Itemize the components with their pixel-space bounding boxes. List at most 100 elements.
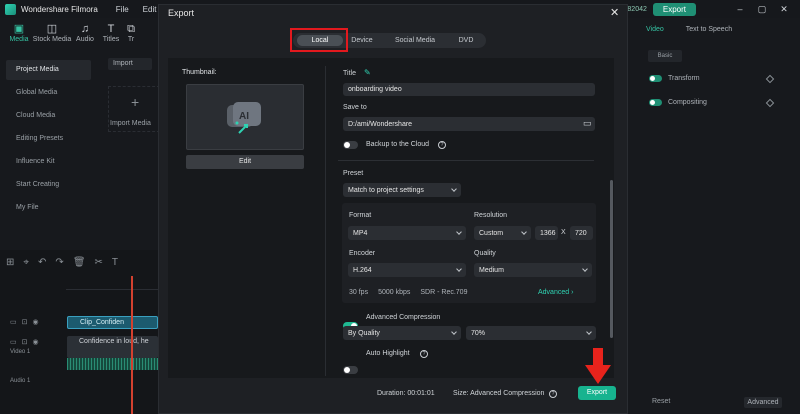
bitrate-value: 5000 kbps: [378, 289, 411, 296]
eye-icon[interactable]: ◉: [33, 338, 39, 346]
spec-summary: 30 fps 5000 kbps SDR - Rec.709: [349, 289, 467, 296]
eye-icon[interactable]: ◉: [33, 318, 39, 326]
chevron-down-icon: [521, 229, 527, 235]
color-space-value: SDR - Rec.709: [420, 289, 468, 296]
undo-icon[interactable]: ↶: [38, 257, 46, 268]
width-input[interactable]: 1366: [535, 226, 558, 240]
advanced-settings-link[interactable]: Advanced ›: [538, 289, 573, 296]
sidebar-item-start-creating[interactable]: Start Creating: [6, 175, 91, 195]
close-window-icon[interactable]: ✕: [776, 4, 792, 15]
compositing-toggle[interactable]: [649, 99, 662, 106]
maximize-icon[interactable]: ▢: [754, 4, 770, 15]
thumbnail-preview[interactable]: AI: [186, 84, 304, 150]
menu-file[interactable]: File: [116, 5, 129, 14]
chevron-down-icon: [586, 329, 592, 335]
folder-icon[interactable]: ▭: [10, 318, 17, 326]
tab-audio[interactable]: ♫ Audio: [72, 22, 98, 43]
tab-device[interactable]: Device: [348, 33, 376, 48]
tab-media[interactable]: ▣ Media: [6, 22, 32, 43]
tab-text-to-speech[interactable]: Text to Speech: [686, 26, 732, 33]
local-tab-highlight: [290, 28, 348, 52]
timeline-toolbar: ⊞ ⌖ ↶ ↷ 🗑 ✂ T: [6, 257, 118, 268]
lock-icon[interactable]: ⊡: [22, 318, 28, 326]
reset-button[interactable]: Reset: [652, 398, 670, 405]
text-icon[interactable]: T: [112, 257, 118, 268]
tab-social-media[interactable]: Social Media: [392, 33, 438, 48]
filmora-logo-icon: [5, 3, 16, 15]
compression-mode-dropdown[interactable]: By Quality: [343, 326, 461, 340]
backup-cloud-toggle[interactable]: [343, 141, 358, 149]
encoder-label: Encoder: [349, 250, 376, 257]
tab-transitions[interactable]: ⧉ Tr: [124, 22, 138, 43]
app-name: Wondershare Filmora: [21, 4, 98, 14]
chevron-right-icon: ›: [571, 289, 574, 296]
ai-title-icon[interactable]: ✎: [364, 68, 371, 77]
titles-icon: T: [107, 23, 115, 35]
edit-thumbnail-button[interactable]: Edit: [186, 155, 304, 169]
advanced-button[interactable]: Advanced: [744, 397, 782, 408]
svg-text:AI: AI: [239, 111, 249, 122]
playhead[interactable]: [131, 276, 133, 414]
minimize-icon[interactable]: –: [732, 4, 748, 14]
resolution-dropdown[interactable]: Custom: [474, 226, 531, 240]
sidebar-item-project-media[interactable]: Project Media: [6, 60, 91, 80]
redo-icon[interactable]: ↷: [55, 257, 63, 268]
divider: [325, 66, 326, 376]
export-button[interactable]: Export: [578, 386, 616, 400]
timeline-ruler[interactable]: [66, 276, 158, 290]
delete-icon[interactable]: 🗑: [73, 257, 86, 268]
menu-edit[interactable]: Edit: [143, 5, 157, 14]
sidebar-item-editing-presets[interactable]: Editing Presets: [6, 129, 91, 149]
folder-icon[interactable]: ▭: [10, 338, 17, 346]
grid-icon[interactable]: ⊞: [6, 257, 14, 268]
ai-thumbnail-icon: AI: [227, 102, 261, 134]
tab-titles[interactable]: T Titles: [98, 22, 124, 43]
encoder-dropdown[interactable]: H.264: [348, 263, 466, 277]
tab-dvd[interactable]: DVD: [454, 33, 478, 48]
thumbnail-label: Thumbnail:: [182, 69, 217, 76]
dialog-title: Export: [168, 8, 195, 18]
lock-icon[interactable]: ⊡: [22, 338, 28, 346]
info-icon[interactable]: ?: [438, 141, 446, 149]
transitions-icon: ⧉: [127, 23, 135, 35]
auto-highlight-label: Auto Highlight: [366, 350, 410, 357]
auto-highlight-toggle[interactable]: [343, 366, 358, 374]
chevron-down-icon: [456, 229, 462, 235]
track-controls-2: ▭ ⊡ ◉: [10, 338, 39, 346]
tab-stock-media[interactable]: ◫ Stock Media: [32, 22, 72, 43]
import-dropdown[interactable]: Import: [108, 58, 152, 70]
info-icon[interactable]: ?: [420, 350, 428, 358]
split-icon[interactable]: ✂: [95, 257, 103, 268]
format-dropdown[interactable]: MP4: [348, 226, 466, 240]
top-export-button[interactable]: Export: [652, 2, 696, 16]
basic-tab[interactable]: Basic: [648, 50, 682, 62]
folder-icon[interactable]: ▭: [583, 118, 592, 129]
quality-dropdown[interactable]: Medium: [474, 263, 592, 277]
select-icon[interactable]: ⌖: [23, 257, 29, 268]
info-icon[interactable]: ?: [549, 390, 557, 398]
title-bar-right: 82042 Export – ▢ ✕: [627, 0, 800, 18]
settings-scrollbar[interactable]: [610, 180, 613, 338]
sidebar-item-cloud-media[interactable]: Cloud Media: [6, 106, 91, 126]
transform-toggle[interactable]: [649, 75, 662, 82]
format-label: Format: [349, 212, 372, 219]
save-path-input[interactable]: D:/ami/Wondershare: [343, 117, 595, 131]
credits-count[interactable]: 82042: [627, 6, 646, 13]
video-clip[interactable]: Confidence in loud, he: [67, 336, 158, 358]
compression-percent-dropdown[interactable]: 70%: [466, 326, 596, 340]
height-input[interactable]: 720: [570, 226, 593, 240]
stock-media-icon: ◫: [46, 23, 58, 35]
title-input[interactable]: onboarding video: [343, 83, 595, 96]
tab-video[interactable]: Video: [646, 26, 664, 33]
sidebar-item-my-file[interactable]: My File: [6, 198, 91, 218]
sidebar-item-global-media[interactable]: Global Media: [6, 83, 91, 103]
title-clip[interactable]: Clip_Confiden: [67, 316, 158, 329]
preset-dropdown[interactable]: Match to project settings: [343, 183, 461, 197]
transform-row[interactable]: Transform: [649, 75, 700, 82]
close-icon[interactable]: ✕: [610, 6, 619, 19]
sidebar-item-influence-kit[interactable]: Influence Kit: [6, 152, 91, 172]
audio-icon: ♫: [80, 23, 90, 35]
compositing-row[interactable]: Compositing: [649, 99, 707, 106]
properties-tabs: Video Text to Speech: [646, 26, 732, 33]
preset-label: Preset: [343, 170, 364, 177]
